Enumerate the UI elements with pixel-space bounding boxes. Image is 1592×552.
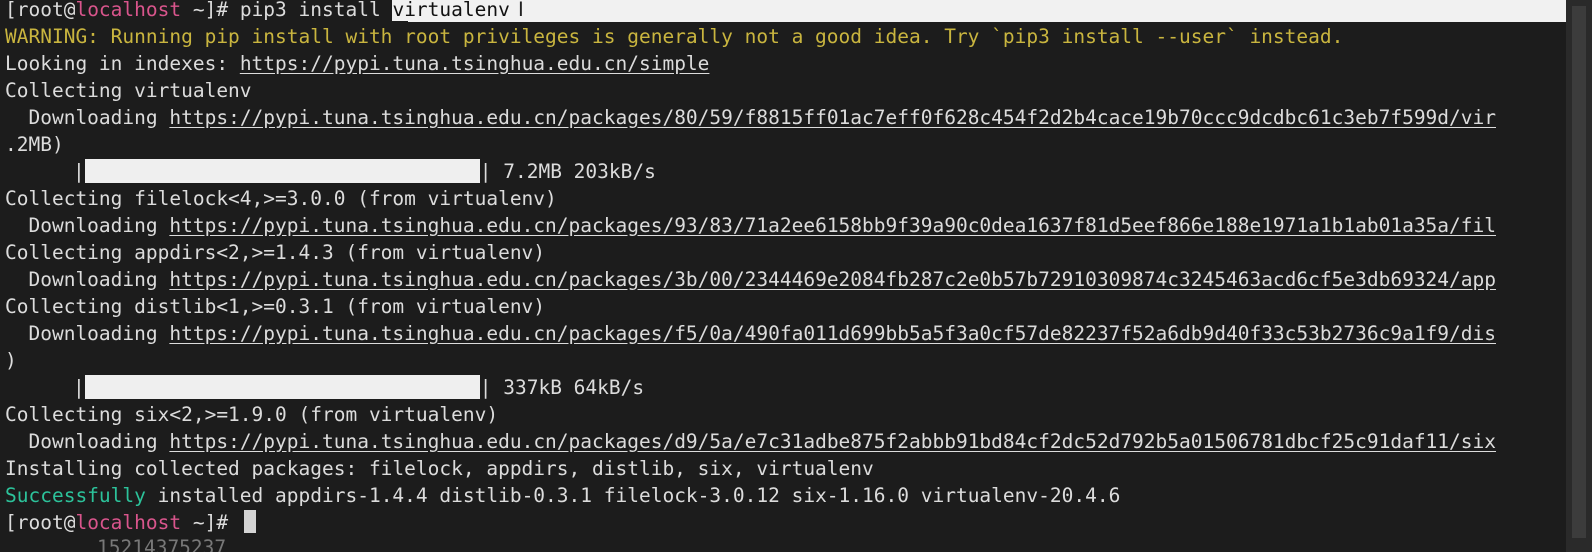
command-highlight — [408, 0, 1566, 22]
installing-line: Installing collected packages: filelock,… — [5, 457, 874, 480]
vertical-scrollbar[interactable] — [1566, 0, 1592, 552]
download-label: Downloading — [5, 106, 170, 129]
collect-virtualenv-line: Collecting virtualenv — [5, 79, 252, 102]
i-beam-icon: I — [517, 0, 524, 21]
download-appdirs-line: Downloading https://pypi.tuna.tsinghua.e… — [5, 266, 1496, 293]
final-prompt-line[interactable]: [root@localhost ~]# — [5, 509, 256, 536]
progress-pipe-right: | — [479, 160, 492, 183]
download-appdirs-link[interactable]: https://pypi.tuna.tsinghua.edu.cn/packag… — [169, 268, 1496, 291]
prompt-hostname: localhost — [75, 511, 182, 534]
ghost-overlay-text: 15214375237 — [5, 534, 226, 552]
terminal-window[interactable]: [root@localhost ~]# pip3 install virtual… — [0, 0, 1592, 552]
progress-pipe-right: | — [479, 376, 492, 399]
progress-stats-1: 7.2MB 203kB/s — [491, 160, 656, 183]
progress-bar-2 — [84, 375, 480, 399]
warning-line: WARNING: Running pip install with root p… — [5, 25, 1344, 48]
prompt-close: ~]# — [181, 511, 240, 534]
progress-pipe-left: | — [73, 376, 85, 399]
success-line: Successfully installed appdirs-1.4.4 dis… — [5, 482, 1120, 509]
command-line: [root@localhost ~]# pip3 install virtual… — [5, 0, 530, 23]
download-filelock-line: Downloading https://pypi.tuna.tsinghua.e… — [5, 212, 1496, 239]
success-details: installed appdirs-1.4.4 distlib-0.3.1 fi… — [145, 484, 1121, 507]
download-virtualenv-link[interactable]: https://pypi.tuna.tsinghua.edu.cn/packag… — [169, 106, 1496, 129]
wrap-virtualenv-size: .2MB) — [5, 133, 64, 156]
index-line: Looking in indexes: https://pypi.tuna.ts… — [5, 50, 709, 77]
success-word: Successfully — [5, 484, 146, 507]
download-distlib-link[interactable]: https://pypi.tuna.tsinghua.edu.cn/packag… — [169, 322, 1496, 345]
progress-line-2: | | 337kB 64kB/s — [5, 374, 644, 401]
command-prefix: pip3 install — [239, 0, 393, 21]
prompt-open: [root@ — [5, 511, 76, 534]
download-distlib-line: Downloading https://pypi.tuna.tsinghua.e… — [5, 320, 1496, 347]
collect-appdirs-line: Collecting appdirs<2,>=1.4.3 (from virtu… — [5, 241, 546, 264]
wrap-distlib: ) — [5, 349, 17, 372]
download-label: Downloading — [5, 268, 170, 291]
prompt-close: ~]# — [181, 0, 240, 21]
progress-bar-1 — [84, 159, 480, 183]
download-six-link[interactable]: https://pypi.tuna.tsinghua.edu.cn/packag… — [169, 430, 1496, 453]
prompt-hostname: localhost — [75, 0, 182, 21]
download-filelock-link[interactable]: https://pypi.tuna.tsinghua.edu.cn/packag… — [169, 214, 1496, 237]
download-label: Downloading — [5, 322, 170, 345]
text-cursor — [243, 510, 256, 533]
collect-six-line: Collecting six<2,>=1.9.0 (from virtualen… — [5, 403, 499, 426]
collect-distlib-line: Collecting distlib<1,>=0.3.1 (from virtu… — [5, 295, 546, 318]
progress-stats-2: 337kB 64kB/s — [491, 376, 645, 399]
download-label: Downloading — [5, 214, 170, 237]
progress-pipe-left: | — [73, 160, 85, 183]
command-typed-text[interactable]: virtualenv — [392, 0, 512, 21]
scrollbar-thumb[interactable] — [1572, 6, 1586, 538]
progress-line-1: | | 7.2MB 203kB/s — [5, 158, 656, 185]
download-virtualenv-line: Downloading https://pypi.tuna.tsinghua.e… — [5, 104, 1496, 131]
download-label: Downloading — [5, 430, 170, 453]
collect-filelock-line: Collecting filelock<4,>=3.0.0 (from virt… — [5, 187, 557, 210]
index-label: Looking in indexes: — [5, 52, 240, 75]
index-url-link[interactable]: https://pypi.tuna.tsinghua.edu.cn/simple — [240, 52, 710, 75]
prompt-open: [root@ — [5, 0, 76, 21]
ghost-number: 15214375237 — [97, 536, 227, 552]
download-six-line: Downloading https://pypi.tuna.tsinghua.e… — [5, 428, 1496, 455]
